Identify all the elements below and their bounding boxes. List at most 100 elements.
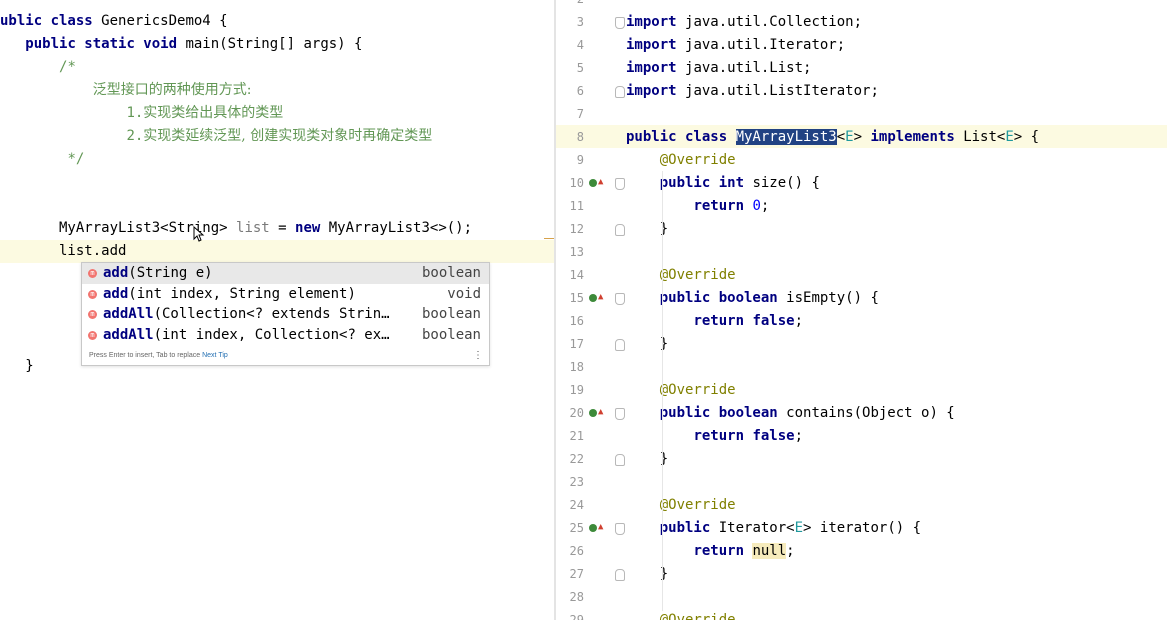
- line-number: 24: [569, 498, 584, 512]
- code-line: }: [626, 221, 669, 237]
- line-number: 13: [569, 245, 584, 259]
- code-line: ublic class GenericsDemo4 {: [0, 13, 228, 29]
- completion-return-type: void: [447, 285, 481, 302]
- completion-item[interactable]: m addAll(int index, Collection<? ex… boole…: [82, 325, 489, 346]
- completion-item[interactable]: m addAll(Collection<? extends Strin… boole…: [82, 304, 489, 325]
- code-line: }: [626, 566, 669, 582]
- line-number: 16: [569, 314, 584, 328]
- line-number: 8: [576, 130, 584, 144]
- line-number: 19: [569, 383, 584, 397]
- popup-menu-icon[interactable]: ⋮: [473, 347, 483, 365]
- completion-method-name: addAll: [103, 306, 154, 322]
- completion-params: (String e): [128, 265, 213, 281]
- code-line: */: [67, 151, 85, 167]
- code-line: import java.util.Collection;: [626, 14, 863, 30]
- completion-method-name: add: [103, 285, 129, 302]
- code-line: return false;: [693, 428, 804, 444]
- fold-icon[interactable]: [615, 178, 625, 190]
- completion-method-name: addAll: [103, 326, 154, 343]
- code-line: public Iterator<E> iterator() {: [659, 520, 922, 536]
- code-line: @Override: [659, 152, 736, 168]
- line-number: 27: [569, 567, 584, 581]
- code-line: public int size() {: [659, 175, 820, 191]
- completion-params: (int index, Collection<? ex…: [153, 326, 390, 343]
- line-number: 4: [576, 38, 584, 52]
- fold-icon[interactable]: [615, 454, 625, 466]
- line-number: 22: [569, 452, 584, 466]
- method-icon: m: [88, 310, 97, 319]
- code-line: public boolean isEmpty() {: [659, 290, 879, 306]
- code-line: @Override: [659, 267, 736, 283]
- next-tip-link[interactable]: Next Tip: [202, 352, 228, 359]
- line-number: 20: [569, 406, 584, 420]
- fold-icon[interactable]: [615, 408, 625, 420]
- line-number: 28: [569, 590, 584, 604]
- code-line: MyArrayList3<String> list = new MyArrayL…: [0, 220, 473, 236]
- fold-icon[interactable]: [615, 86, 625, 98]
- method-icon: m: [88, 330, 97, 340]
- line-number: 11: [569, 199, 584, 213]
- code-line: import java.util.Iterator;: [626, 37, 846, 53]
- code-line: return 0;: [693, 198, 770, 214]
- code-line: @Override: [659, 612, 736, 620]
- line-number: 21: [569, 429, 584, 443]
- completion-item[interactable]: m add(String e) boolean: [82, 263, 489, 284]
- line-number: 18: [569, 360, 584, 374]
- fold-icon[interactable]: [615, 523, 625, 535]
- line-number: 26: [569, 544, 584, 558]
- completion-method-name: add: [103, 265, 129, 281]
- completion-footer: Press Enter to insert, Tab to replace Ne…: [82, 347, 489, 365]
- line-number: 17: [569, 337, 584, 351]
- line-number: 6: [576, 84, 584, 98]
- override-gutter-icon[interactable]: ▲: [589, 172, 605, 195]
- code-line: public boolean contains(Object o) {: [659, 405, 955, 421]
- mouse-cursor-icon: [193, 226, 205, 242]
- override-gutter-icon[interactable]: ▲: [589, 287, 605, 310]
- completion-params: (Collection<? extends Strin…: [153, 306, 390, 322]
- line-number: 12: [569, 222, 584, 236]
- code-line: }: [626, 451, 669, 467]
- line-number: 7: [576, 107, 584, 121]
- fold-icon[interactable]: [615, 224, 625, 236]
- indent-guide: [662, 171, 663, 611]
- code-line: import java.util.List;: [626, 60, 812, 76]
- line-number: 25: [569, 521, 584, 535]
- fold-icon[interactable]: [615, 569, 625, 581]
- line-number: 9: [576, 153, 584, 167]
- line-number: 10: [569, 176, 584, 190]
- fold-icon[interactable]: [615, 293, 625, 305]
- code-line: import java.util.ListIterator;: [626, 83, 879, 99]
- method-icon: m: [88, 269, 97, 278]
- code-line: @Override: [659, 382, 736, 398]
- code-line: return null;: [693, 543, 795, 559]
- right-editor-pane[interactable]: 2345678910▲1112131415▲1617181920▲2122232…: [556, 0, 1167, 620]
- code-line: 2.实现类延续泛型, 创建实现类对象时再确定类型: [126, 128, 433, 144]
- completion-return-type: boolean: [421, 265, 481, 281]
- fold-icon[interactable]: [615, 17, 625, 29]
- code-line: return false;: [693, 313, 804, 329]
- completion-item[interactable]: m add(int index, String element) void: [82, 284, 489, 305]
- completion-params: (int index, String element): [128, 285, 356, 302]
- line-number: 23: [569, 475, 584, 489]
- code-line: 泛型接口的两种使用方式:: [92, 82, 252, 98]
- method-icon: m: [88, 289, 97, 299]
- code-line: list.add: [0, 243, 127, 259]
- completion-return-type: boolean: [421, 326, 481, 343]
- line-number: 14: [569, 268, 584, 282]
- line-number: 3: [576, 15, 584, 29]
- completion-popup[interactable]: m add(String e) boolean m add(int index, Str…: [81, 262, 490, 366]
- completion-hint: Press Enter to insert, Tab to replace: [89, 352, 201, 359]
- override-gutter-icon[interactable]: ▲: [589, 517, 605, 540]
- code-line: /*: [59, 59, 76, 75]
- left-editor-pane[interactable]: ublic class GenericsDemo4 { public stati…: [0, 0, 554, 620]
- code-line: @Override: [659, 497, 736, 513]
- override-gutter-icon[interactable]: ▲: [589, 402, 605, 425]
- fold-icon[interactable]: [615, 339, 625, 351]
- completion-return-type: boolean: [421, 306, 481, 322]
